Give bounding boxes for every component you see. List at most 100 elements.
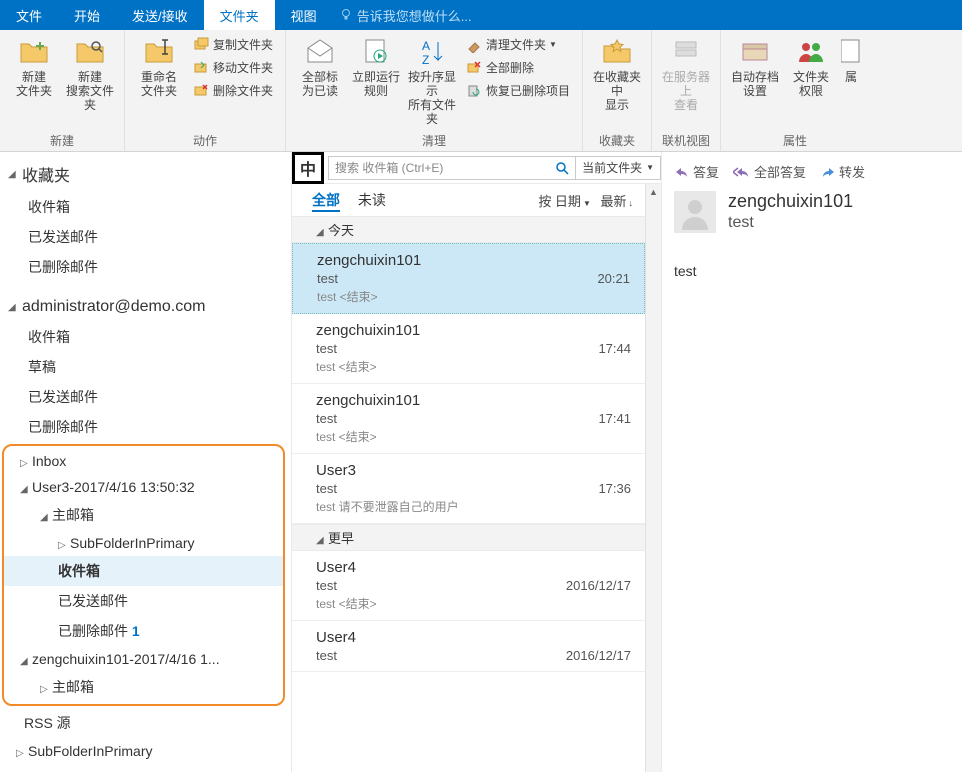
subfolder-label-2: SubFolderInPrimary (28, 743, 153, 759)
recover-icon (466, 83, 482, 99)
message-preview: test 请不要泄露自己的用户 (316, 498, 631, 515)
new-search-folder-label: 新建 搜索文件夹 (66, 70, 114, 112)
fav-deleted[interactable]: 已删除邮件 (0, 252, 291, 282)
menu-home[interactable]: 开始 (58, 0, 116, 30)
nav-deleted[interactable]: 已删除邮件 (0, 412, 291, 442)
search-scope-dropdown[interactable]: 当前文件夹▼ (576, 156, 661, 180)
search-icon[interactable] (555, 161, 569, 175)
collapse-icon: ◢ (20, 656, 30, 667)
scroll-up-icon[interactable]: ▲ (646, 184, 661, 200)
message-preview: test <结束> (316, 358, 631, 375)
filter-all[interactable]: 全部 (312, 192, 340, 212)
delete-all-icon (466, 60, 482, 76)
nav-rss[interactable]: RSS 源 (0, 708, 291, 738)
tell-me-text: 告诉我您想做什么... (357, 6, 472, 25)
svg-text:Z: Z (422, 53, 429, 67)
forward-button[interactable]: 转发 (820, 162, 865, 181)
clean-folder-button[interactable]: 清理文件夹▼ (462, 34, 574, 55)
message-from: User4 (316, 559, 631, 576)
nav-zeng[interactable]: ◢zengchuixin101-2017/4/16 1... (4, 646, 283, 672)
menu-sendrecv[interactable]: 发送/接收 (116, 0, 204, 30)
nav-subfolder-primary[interactable]: ▷SubFolderInPrimary (4, 530, 283, 556)
nav-inbox-selected[interactable]: 收件箱 (4, 556, 283, 586)
sort-order[interactable]: 最新 (600, 194, 626, 209)
folder-properties-button[interactable]: 属 (841, 34, 861, 86)
move-folder-icon (193, 60, 209, 76)
delete-all-button[interactable]: 全部删除 (462, 57, 574, 78)
primary-label-2: 主邮箱 (52, 679, 94, 695)
group-earlier[interactable]: ◢更早 (292, 524, 645, 551)
fav-inbox[interactable]: 收件箱 (0, 192, 291, 222)
message-item[interactable]: User4 test2016/12/17 test <结束> (292, 551, 645, 621)
menu-file[interactable]: 文件 (0, 0, 58, 30)
menu-folder[interactable]: 文件夹 (204, 0, 275, 30)
message-preview: test <结束> (316, 428, 631, 445)
move-folder-label: 移动文件夹 (213, 59, 273, 76)
archive-icon (739, 36, 771, 68)
menu-view[interactable]: 视图 (275, 0, 333, 30)
delete-folder-button[interactable]: 删除文件夹 (189, 80, 277, 101)
message-subject: test (316, 648, 337, 663)
mark-read-button[interactable]: 全部标 为已读 (294, 34, 346, 100)
search-input[interactable]: 搜索 收件箱 (Ctrl+E) (328, 156, 576, 180)
recover-deleted-label: 恢复已删除项目 (486, 82, 570, 99)
copy-folder-button[interactable]: 复制文件夹 (189, 34, 277, 55)
nav-sent-2[interactable]: 已发送邮件 (4, 586, 283, 616)
nav-inbox-en[interactable]: ▷Inbox (4, 448, 283, 474)
run-rules-button[interactable]: 立即运行 规则 (350, 34, 402, 100)
message-subject: test (316, 411, 337, 426)
mark-read-label: 全部标 为已读 (302, 70, 338, 98)
nav-user3[interactable]: ◢User3-2017/4/16 13:50:32 (4, 474, 283, 500)
fav-sent[interactable]: 已发送邮件 (0, 222, 291, 252)
rename-folder-button[interactable]: 重命名 文件夹 (133, 34, 185, 100)
nav-deleted-2[interactable]: 已删除邮件 1 (4, 616, 283, 646)
message-item[interactable]: zengchuixin101 test17:44 test <结束> (292, 314, 645, 384)
nav-drafts[interactable]: 草稿 (0, 352, 291, 382)
message-from: User4 (316, 629, 631, 646)
move-folder-button[interactable]: 移动文件夹 (189, 57, 277, 78)
nav-subfolder-primary-2[interactable]: ▷SubFolderInPrimary (0, 738, 291, 764)
nav-inbox[interactable]: 收件箱 (0, 322, 291, 352)
filter-unread[interactable]: 未读 (358, 192, 386, 208)
favorites-header[interactable]: ◢收藏夹 (0, 156, 291, 192)
forward-icon (820, 165, 836, 179)
folder-permissions-button[interactable]: 文件夹 权限 (785, 34, 837, 100)
scrollbar[interactable]: ▲ (645, 184, 661, 772)
nav-primary-mailbox-2[interactable]: ▷主邮箱 (4, 672, 283, 702)
reply-button[interactable]: 答复 (674, 162, 719, 181)
menubar: 文件 开始 发送/接收 文件夹 视图 告诉我您想做什么... (0, 0, 962, 30)
message-item[interactable]: zengchuixin101 test20:21 test <结束> (292, 243, 645, 314)
group-fav-label: 收藏夹 (591, 130, 643, 149)
content-area: ◢收藏夹 收件箱 已发送邮件 已删除邮件 ◢administrator@demo… (0, 152, 962, 772)
account-header[interactable]: ◢administrator@demo.com (0, 292, 291, 322)
message-item[interactable]: User3 test17:36 test 请不要泄露自己的用户 (292, 454, 645, 524)
folder-plus-icon (18, 36, 50, 68)
nav-primary-mailbox[interactable]: ◢主邮箱 (4, 500, 283, 530)
message-item[interactable]: zengchuixin101 test17:41 test <结束> (292, 384, 645, 454)
collapse-icon: ◢ (8, 169, 18, 180)
sort-by[interactable]: 按 日期 (538, 194, 581, 209)
new-folder-button[interactable]: 新建 文件夹 (8, 34, 60, 100)
forward-label: 转发 (839, 162, 865, 181)
collapse-icon: ◢ (20, 484, 30, 495)
new-search-folder-button[interactable]: 新建 搜索文件夹 (64, 34, 116, 114)
autoarchive-button[interactable]: 自动存档 设置 (729, 34, 781, 100)
message-item[interactable]: User4 test2016/12/17 (292, 621, 645, 672)
show-in-favorites-button[interactable]: 在收藏夹中 显示 (591, 34, 643, 114)
reply-all-button[interactable]: 全部答复 (733, 162, 806, 181)
expand-icon: ▷ (20, 458, 30, 469)
ime-indicator[interactable]: 中 (292, 152, 324, 184)
recover-deleted-button[interactable]: 恢复已删除项目 (462, 80, 574, 101)
group-today-label: 今天 (328, 223, 354, 238)
nav-sent[interactable]: 已发送邮件 (0, 382, 291, 412)
group-today[interactable]: ◢今天 (292, 216, 645, 243)
tell-me[interactable]: 告诉我您想做什么... (333, 6, 472, 25)
show-all-folders-button[interactable]: AZ 按升序显示 所有文件夹 (406, 34, 458, 128)
sort-az-icon: AZ (416, 36, 448, 68)
group-new-label: 新建 (8, 130, 116, 149)
ribbon-group-fav: 在收藏夹中 显示 收藏夹 (583, 30, 652, 151)
rules-play-icon (360, 36, 392, 68)
envelope-open-icon (304, 36, 336, 68)
star-folder-icon (601, 36, 633, 68)
reply-label: 答复 (693, 162, 719, 181)
